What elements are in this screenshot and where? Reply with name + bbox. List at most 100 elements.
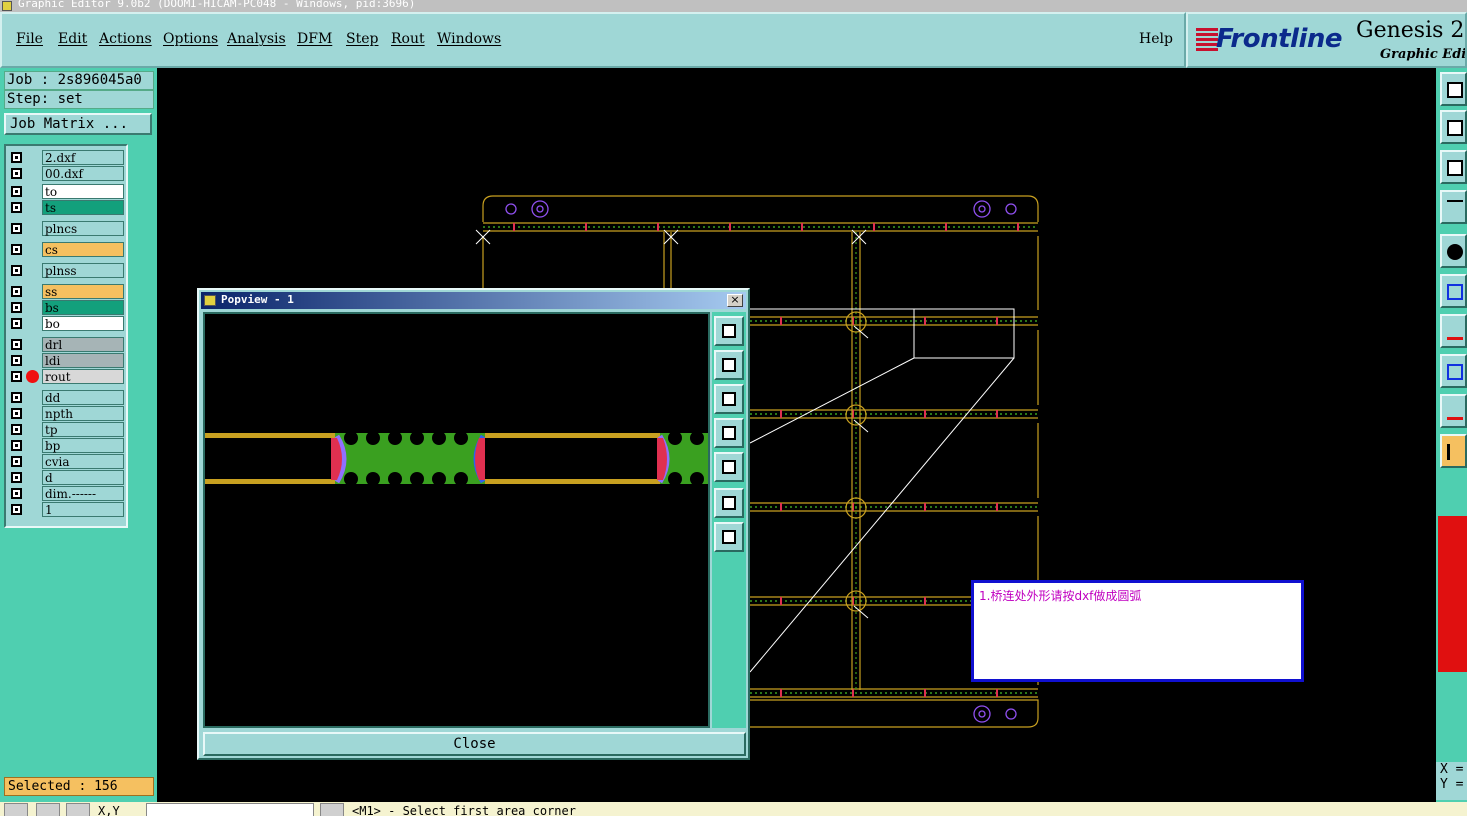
snap-tool[interactable] [1440, 234, 1467, 268]
layer-row[interactable]: to [8, 184, 126, 199]
menu-options[interactable]: Options [163, 31, 218, 47]
mark-tool[interactable] [1440, 394, 1467, 428]
pan-left-tool[interactable] [1440, 110, 1467, 144]
close-icon[interactable]: × [727, 294, 743, 307]
layer-row[interactable]: bs [8, 300, 126, 315]
pan-left-icon[interactable] [714, 418, 744, 448]
layer-row[interactable]: ldi [8, 353, 126, 368]
layer-name[interactable]: drl [42, 337, 124, 352]
layer-name[interactable]: plncs [42, 221, 124, 236]
layer-checkbox[interactable] [11, 408, 22, 419]
layer-row[interactable]: dim.------ [8, 486, 126, 501]
layer-checkbox[interactable] [11, 424, 22, 435]
layer-name[interactable]: ts [42, 200, 124, 215]
menu-help[interactable]: Help [1139, 31, 1173, 47]
pan-down-icon[interactable] [714, 384, 744, 414]
layer-checkbox[interactable] [11, 244, 22, 255]
layer-name[interactable]: npth [42, 406, 124, 421]
layer-name[interactable]: ss [42, 284, 124, 299]
layer-checkbox[interactable] [11, 202, 22, 213]
layer-checkbox[interactable] [11, 472, 22, 483]
job-matrix-button[interactable]: Job Matrix ... [4, 113, 152, 135]
layer-row[interactable]: bp [8, 438, 126, 453]
layer-row[interactable]: 1 [8, 502, 126, 517]
pan-vertical-tool[interactable] [1440, 150, 1467, 184]
layer-name[interactable]: to [42, 184, 124, 199]
layer-row[interactable]: tp [8, 422, 126, 437]
layer-name[interactable]: bo [42, 316, 124, 331]
undo-icon[interactable] [4, 803, 28, 816]
layer-name[interactable]: dd [42, 390, 124, 405]
layer-name[interactable]: 2.dxf [42, 150, 124, 165]
select-pointer-tool[interactable] [1440, 434, 1467, 468]
layer-checkbox[interactable] [11, 355, 22, 366]
layer-row[interactable]: 2.dxf [8, 150, 126, 165]
zoom-fit-icon[interactable] [714, 316, 744, 346]
layer-checkbox[interactable] [11, 168, 22, 179]
layer-name[interactable]: bp [42, 438, 124, 453]
layer-row[interactable]: 00.dxf [8, 166, 126, 181]
layer-name[interactable]: d [42, 470, 124, 485]
note-box[interactable]: 1.桥连处外形请按dxf做成圆弧 [971, 580, 1304, 682]
grid-icon[interactable] [320, 803, 344, 816]
layer-row[interactable]: dd [8, 390, 126, 405]
pan-up-icon[interactable] [714, 350, 744, 380]
layer-row[interactable]: ts [8, 200, 126, 215]
layer-checkbox[interactable] [11, 392, 22, 403]
zoom-in-icon[interactable] [714, 522, 744, 552]
menu-actions[interactable]: Actions [99, 31, 152, 47]
menu-analysis[interactable]: Analysis [227, 31, 286, 47]
layer-name[interactable]: bs [42, 300, 124, 315]
layer-name[interactable]: cvia [42, 454, 124, 469]
layer-row[interactable]: rout [8, 369, 126, 384]
menu-windows[interactable]: Windows [437, 31, 501, 47]
layer-row[interactable]: plnss [8, 263, 126, 278]
layer-checkbox[interactable] [11, 152, 22, 163]
layer-row[interactable]: drl [8, 337, 126, 352]
layer-checkbox[interactable] [11, 456, 22, 467]
layer-row[interactable]: npth [8, 406, 126, 421]
layer-name[interactable]: tp [42, 422, 124, 437]
layer-row[interactable]: ss [8, 284, 126, 299]
menu-file[interactable]: File [16, 31, 43, 47]
layer-checkbox[interactable] [11, 265, 22, 276]
layer-checkbox[interactable] [11, 440, 22, 451]
layer-row[interactable]: bo [8, 316, 126, 331]
layer-checkbox[interactable] [11, 371, 22, 382]
popview-canvas[interactable] [203, 312, 710, 728]
layer-checkbox[interactable] [11, 504, 22, 515]
pan-right-icon[interactable] [714, 452, 744, 482]
layer-row[interactable]: cvia [8, 454, 126, 469]
check-icon[interactable] [36, 803, 60, 816]
layer-name[interactable]: ldi [42, 353, 124, 368]
layer-row[interactable]: plncs [8, 221, 126, 236]
zoom-home-tool[interactable] [1440, 72, 1467, 106]
zoom-out-icon[interactable] [714, 488, 744, 518]
snap-icon[interactable] [66, 803, 90, 816]
layer-name[interactable]: plnss [42, 263, 124, 278]
popview-titlebar[interactable]: Popview - 1 × [201, 292, 746, 309]
layer-checkbox[interactable] [11, 318, 22, 329]
popview-close-button[interactable]: Close [203, 732, 746, 756]
menu-edit[interactable]: Edit [58, 31, 87, 47]
layer-checkbox[interactable] [11, 339, 22, 350]
layer-checkbox[interactable] [11, 186, 22, 197]
triangle-tool[interactable] [1440, 314, 1467, 348]
menu-rout[interactable]: Rout [391, 31, 425, 47]
layer-name[interactable]: 1 [42, 502, 124, 517]
layer-row[interactable]: d [8, 470, 126, 485]
feature-tool[interactable] [1440, 354, 1467, 388]
layer-row[interactable]: cs [8, 242, 126, 257]
menu-dfm[interactable]: DFM [297, 31, 332, 47]
layer-checkbox[interactable] [11, 488, 22, 499]
layer-name[interactable]: rout [42, 369, 124, 384]
layer-checkbox[interactable] [11, 302, 22, 313]
layer-name[interactable]: dim.------ [42, 486, 124, 501]
layer-checkbox[interactable] [11, 223, 22, 234]
layer-checkbox[interactable] [11, 286, 22, 297]
layer-name[interactable]: cs [42, 242, 124, 257]
connect-tool[interactable] [1440, 274, 1467, 308]
menu-step[interactable]: Step [346, 31, 378, 47]
measure-tool[interactable] [1440, 190, 1467, 224]
xy-input[interactable] [146, 803, 314, 816]
